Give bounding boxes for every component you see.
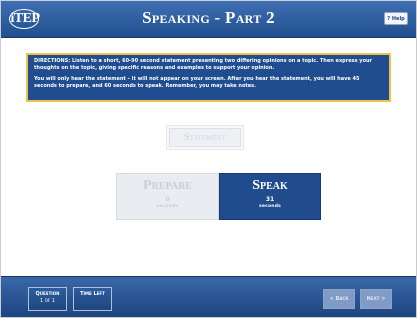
speak-label: Speak xyxy=(252,178,288,193)
question-counter: Question 1 of 1 xyxy=(28,287,67,311)
prepare-seconds-value: 0 xyxy=(165,196,170,203)
prepare-timer-panel: Prepare 0 seconds xyxy=(116,173,219,220)
page-title: Speaking - Part 2 xyxy=(142,8,275,27)
directions-box: DIRECTIONS: Listen to a short, 60-90 sec… xyxy=(26,53,391,102)
footer-bar: Question 1 of 1 Time Left < Back Next > xyxy=(1,276,416,317)
back-button[interactable]: < Back xyxy=(323,289,355,309)
statement-button[interactable]: Statement xyxy=(166,125,244,150)
prepare-label: Prepare xyxy=(143,178,192,193)
speak-seconds-unit: seconds xyxy=(259,204,281,209)
directions-paragraph-1: DIRECTIONS: Listen to a short, 60-90 sec… xyxy=(34,58,373,71)
help-button[interactable]: ? Help xyxy=(384,12,408,25)
speak-seconds-value: 31 xyxy=(265,196,275,203)
question-value: 1 of 1 xyxy=(40,298,55,304)
statement-button-label: Statement xyxy=(169,128,241,147)
question-label: Question xyxy=(35,291,60,297)
speak-timer-panel: Speak 31 seconds xyxy=(219,173,321,220)
time-left-box: Time Left xyxy=(73,287,112,311)
header-bar: iTEP Speaking - Part 2 ? Help xyxy=(1,1,416,38)
prepare-seconds-unit: seconds xyxy=(156,204,179,209)
speaking-test-window: iTEP Speaking - Part 2 ? Help DIRECTIONS… xyxy=(0,0,417,318)
logo-text: iTEP xyxy=(10,11,40,26)
next-button[interactable]: Next > xyxy=(360,289,392,309)
directions-paragraph-2: You will only hear the statement – it wi… xyxy=(34,76,360,89)
time-left-label: Time Left xyxy=(80,291,105,297)
